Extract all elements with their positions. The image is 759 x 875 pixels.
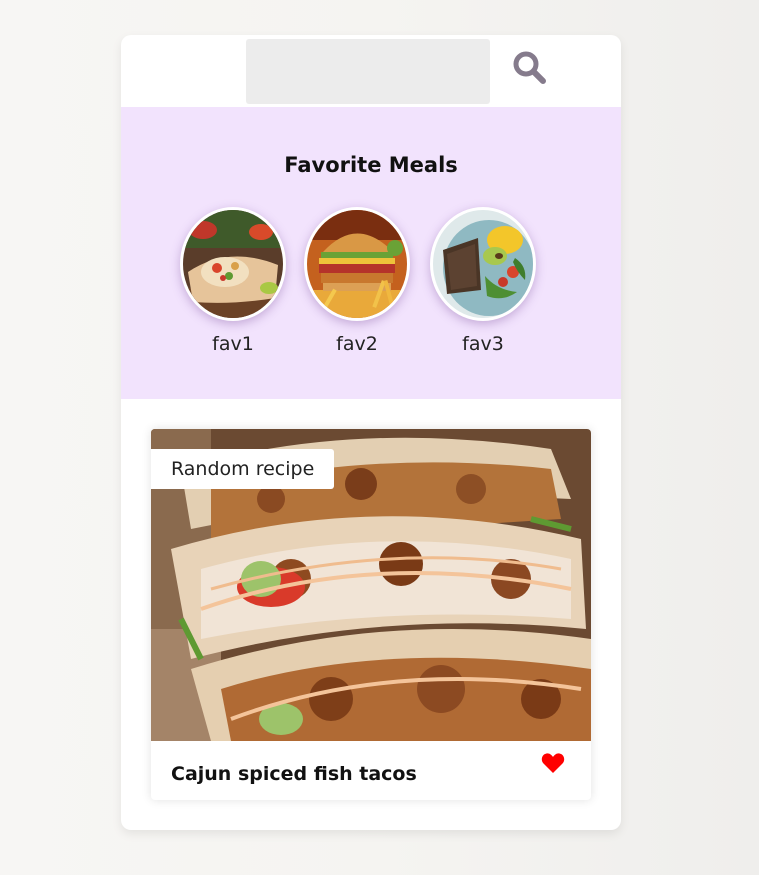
favorite-meals-title: Favorite Meals <box>284 153 458 177</box>
search-icon <box>513 51 546 84</box>
favorite-meal-label: fav1 <box>212 333 254 355</box>
random-recipe-tag: Random recipe <box>151 449 335 489</box>
favorite-meal-1[interactable]: fav1 <box>179 207 287 355</box>
search-input[interactable] <box>246 39 490 104</box>
recipe-title: Cajun spiced fish tacos <box>171 763 417 785</box>
search-bar <box>121 35 621 107</box>
search-button[interactable] <box>511 49 551 89</box>
favorite-meals-section: Favorite Meals fav1 fav2 fav3 <box>121 107 621 399</box>
heart-icon <box>541 753 565 773</box>
app-card: Favorite Meals fav1 fav2 fav3 Random rec… <box>121 35 621 830</box>
salad-bowl-image[interactable] <box>430 207 536 321</box>
favorite-meal-label: fav2 <box>336 333 378 355</box>
burger-fries-image[interactable] <box>304 207 410 321</box>
favorite-meal-3[interactable]: fav3 <box>429 207 537 355</box>
burrito-wrap-image[interactable] <box>180 207 286 321</box>
favorite-meal-label: fav3 <box>462 333 504 355</box>
favorite-meal-2[interactable]: fav2 <box>303 207 411 355</box>
random-recipe-card[interactable]: Random recipe Cajun spiced fish tacos <box>151 429 591 800</box>
favorite-button[interactable] <box>539 752 567 776</box>
